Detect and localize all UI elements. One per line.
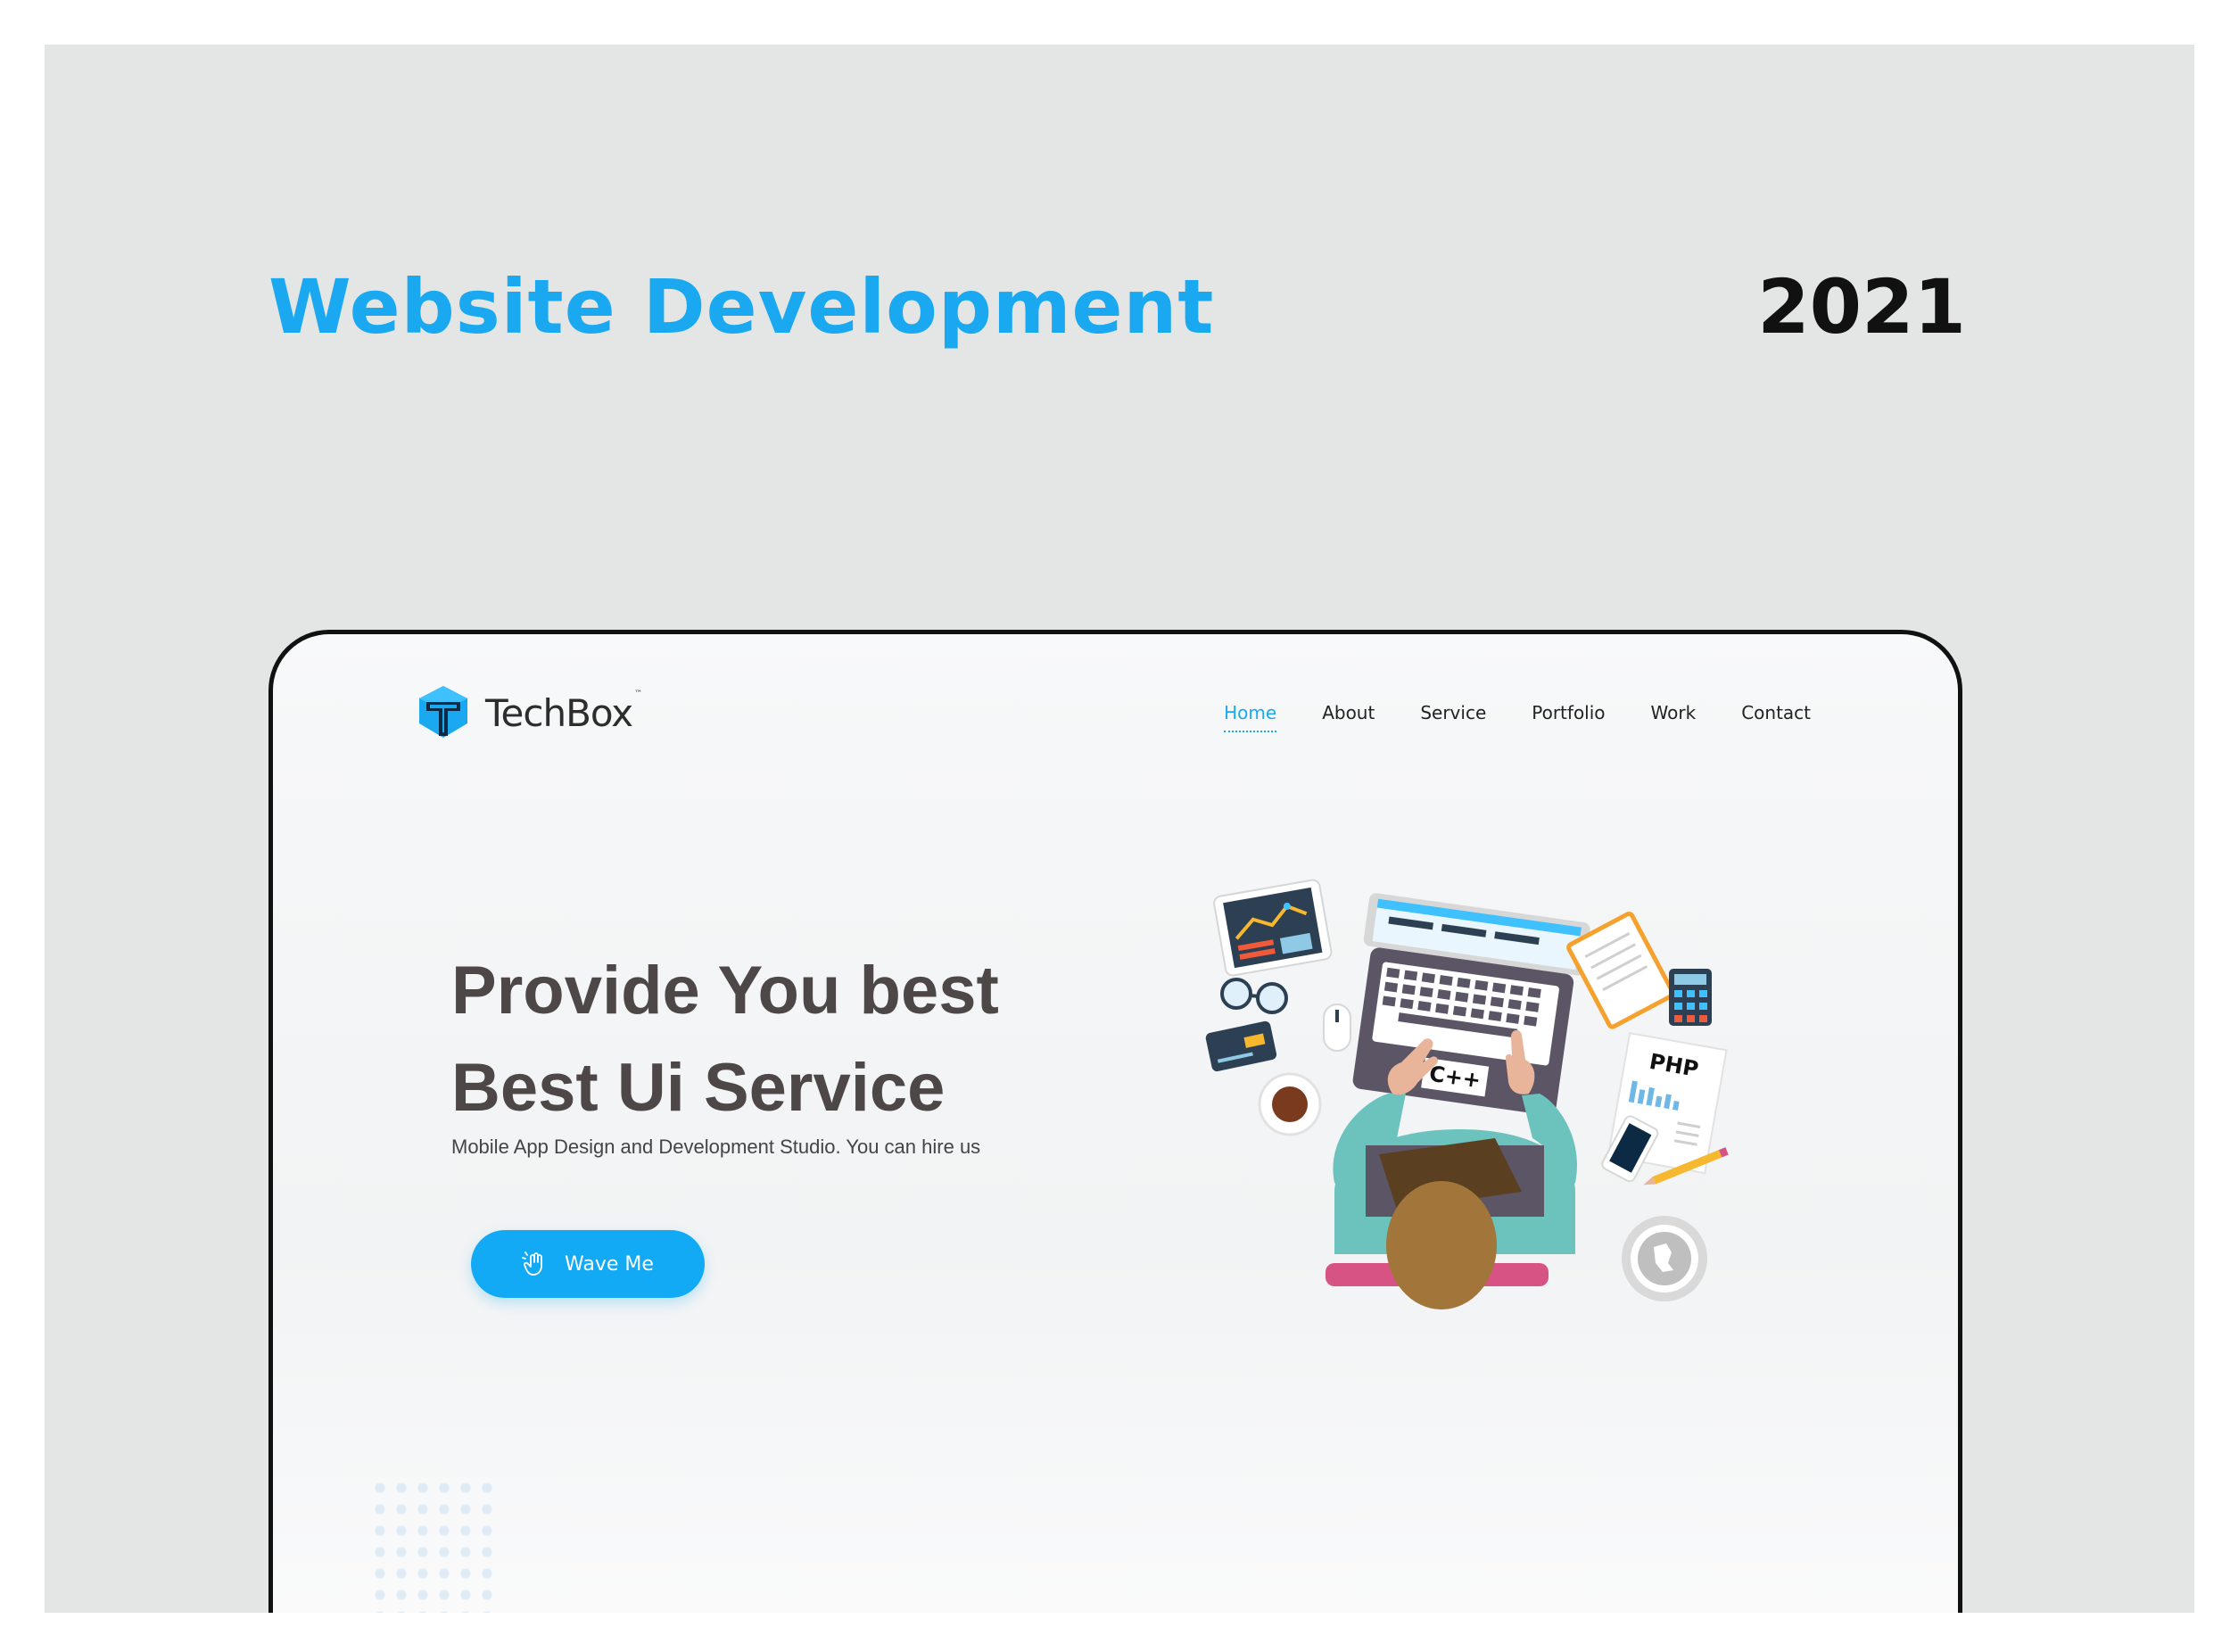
device-frame: TechBox ™ Home About Service Portfolio W… bbox=[268, 630, 1962, 1613]
nav-work[interactable]: Work bbox=[1651, 702, 1697, 732]
main-nav: Home About Service Portfolio Work Contac… bbox=[1224, 702, 1811, 732]
hero-subtitle: Mobile App Design and Development Studio… bbox=[451, 1136, 981, 1158]
calculator-graphic bbox=[1669, 969, 1712, 1026]
nav-portfolio[interactable]: Portfolio bbox=[1532, 702, 1605, 732]
wave-me-button[interactable]: Wave Me bbox=[471, 1230, 705, 1298]
project-heading: Website Development bbox=[268, 263, 1215, 351]
developer-illustration: C++ PHP bbox=[1205, 879, 1729, 1309]
waving-hand-icon bbox=[522, 1251, 542, 1276]
tablet-chart-graphic bbox=[1213, 879, 1333, 977]
hero-title-line-1: Provide You best bbox=[451, 953, 999, 1028]
brand-name-text: TechBox bbox=[485, 690, 633, 735]
nav-contact[interactable]: Contact bbox=[1741, 702, 1811, 732]
brand-trademark: ™ bbox=[634, 689, 642, 698]
hero-title-line-2: Best Ui Service bbox=[451, 1050, 946, 1126]
decorative-dot-grid bbox=[369, 1477, 494, 1613]
techbox-logo-icon bbox=[419, 686, 467, 738]
coaster-graphic bbox=[1622, 1216, 1707, 1301]
hero-title: Provide You best Best Ui Service bbox=[451, 942, 999, 1136]
laptop-graphic: C++ bbox=[1352, 893, 1590, 1116]
nav-about[interactable]: About bbox=[1322, 702, 1375, 732]
brand-name: TechBox ™ bbox=[485, 690, 642, 735]
brand-logo[interactable]: TechBox ™ bbox=[417, 684, 642, 741]
project-year: 2021 bbox=[1757, 263, 1966, 351]
glasses-graphic bbox=[1220, 978, 1288, 1014]
presentation-canvas: Website Development 2021 TechBox ™ Home … bbox=[45, 45, 2194, 1613]
credit-card-graphic bbox=[1205, 1020, 1277, 1072]
mouse-graphic bbox=[1323, 1004, 1351, 1052]
wave-me-label: Wave Me bbox=[565, 1252, 654, 1276]
coffee-cup-graphic bbox=[1258, 1072, 1322, 1136]
nav-service[interactable]: Service bbox=[1420, 702, 1486, 732]
nav-home[interactable]: Home bbox=[1224, 702, 1277, 732]
